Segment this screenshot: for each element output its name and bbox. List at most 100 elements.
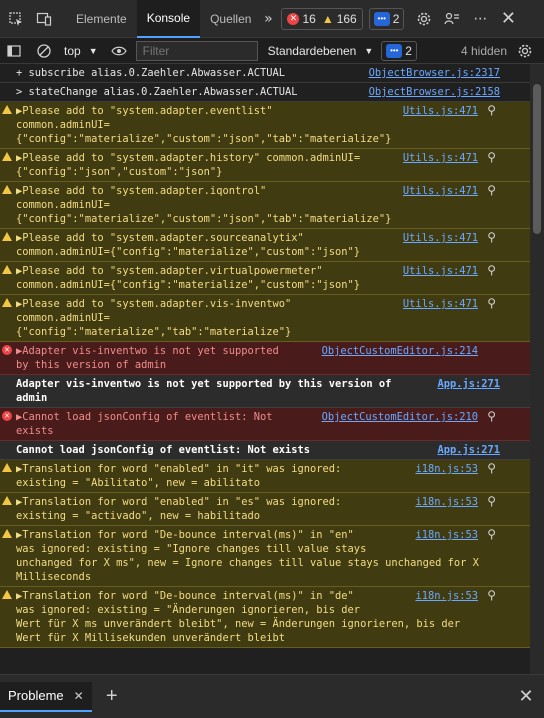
source-link[interactable]: ObjectBrowser.js:2317 [365, 66, 500, 80]
message-text: Adapter vis-inventwo is not yet supporte… [16, 378, 392, 404]
search-icon[interactable]: ⚲ [487, 150, 496, 164]
message-text: Please add to "system.adapter.history" c… [16, 152, 361, 178]
warning-icon [2, 463, 12, 472]
warning-row[interactable]: ▶Please add to "system.adapter.eventlist… [0, 102, 530, 149]
tab-console[interactable]: Konsole [136, 0, 201, 38]
source-link[interactable]: Utils.js:471 [399, 297, 478, 311]
info-badge[interactable]: ••• 2 [368, 7, 405, 30]
warning-icon [2, 496, 12, 505]
tab-problems[interactable]: Probleme ✕ [0, 681, 92, 712]
clear-console-icon[interactable] [32, 39, 56, 63]
live-expression-eye-icon[interactable] [106, 39, 132, 63]
source-link[interactable]: App.js:271 [434, 377, 500, 391]
warning-row[interactable]: ▶Translation for word "De-bounce interva… [0, 587, 530, 648]
source-link[interactable]: ObjectCustomEditor.js:210 [318, 410, 478, 424]
hidden-count: 4 hidden [460, 43, 508, 58]
search-icon[interactable]: ⚲ [487, 183, 496, 197]
remote-devices-icon[interactable] [438, 5, 466, 33]
error-icon: ✕ [2, 411, 12, 421]
error-count: 16 [302, 11, 316, 26]
source-link[interactable]: i18n.js:53 [412, 589, 478, 603]
message-text: Please add to "system.adapter.eventlist"… [16, 105, 392, 145]
message-text: Translation for word "De-bounce interval… [16, 590, 461, 644]
more-options-icon[interactable]: ⋯ [466, 5, 494, 33]
search-icon[interactable]: ⚲ [487, 296, 496, 310]
log-levels-selector[interactable]: Standardebenen ▼ [264, 44, 378, 58]
sidebar-toggle-icon[interactable] [2, 39, 26, 63]
source-link[interactable]: Utils.js:471 [399, 231, 478, 245]
search-icon[interactable]: ⚲ [487, 409, 496, 423]
message-text: Please add to "system.adapter.vis-invent… [16, 298, 292, 338]
context-value: top [64, 43, 81, 58]
source-link[interactable]: Utils.js:471 [399, 104, 478, 118]
close-icon[interactable]: ✕ [74, 689, 84, 703]
warning-icon [2, 105, 12, 114]
message-text: Cannot load jsonConfig of eventlist: Not… [16, 411, 273, 437]
scrollbar-thumb[interactable] [533, 84, 541, 234]
info-count: 2 [392, 11, 400, 26]
source-link[interactable]: ObjectBrowser.js:2158 [365, 85, 500, 99]
console-messages: + subscribe alias.0.Zaehler.Abwasser.ACT… [0, 64, 530, 674]
warning-row[interactable]: ▶Translation for word "De-bounce interva… [0, 526, 530, 587]
search-icon[interactable]: ⚲ [487, 588, 496, 602]
warning-row[interactable]: ▶Please add to "system.adapter.history" … [0, 149, 530, 182]
warning-row[interactable]: ▶Translation for word "enabled" in "it" … [0, 460, 530, 493]
devtools-tabbar: Elemente Konsole Quellen » ✕ 16 ▲ 166 ••… [0, 0, 544, 38]
device-emulation-icon[interactable] [30, 5, 58, 33]
warning-icon [2, 529, 12, 538]
message-text: Translation for word "enabled" in "it" w… [16, 463, 342, 489]
source-link[interactable]: Utils.js:471 [399, 151, 478, 165]
source-link[interactable]: i18n.js:53 [412, 528, 478, 542]
source-link[interactable]: i18n.js:53 [412, 495, 478, 509]
error-row[interactable]: ✕ ▶Cannot load jsonConfig of eventlist: … [0, 408, 530, 441]
message-icon: ••• [386, 43, 403, 58]
close-drawer-icon[interactable]: ✕ [512, 683, 540, 711]
message-row: Adapter vis-inventwo is not yet supporte… [0, 375, 530, 408]
source-link[interactable]: App.js:271 [434, 443, 500, 457]
console-row: + subscribe alias.0.Zaehler.Abwasser.ACT… [0, 64, 530, 83]
warning-icon [2, 185, 12, 194]
message-text: Translation for word "De-bounce interval… [16, 529, 479, 583]
warning-row[interactable]: ▶Please add to "system.adapter.vis-inven… [0, 295, 530, 342]
search-icon[interactable]: ⚲ [487, 230, 496, 244]
warning-icon [2, 298, 12, 307]
error-icon: ✕ [2, 345, 12, 355]
inspect-icon[interactable] [2, 5, 30, 33]
console-scrollbar[interactable] [530, 64, 544, 674]
warning-row[interactable]: ▶Please add to "system.adapter.iqontrol"… [0, 182, 530, 229]
close-devtools-icon[interactable]: ✕ [494, 5, 522, 33]
search-icon[interactable]: ⚲ [487, 494, 496, 508]
tab-elements[interactable]: Elemente [66, 0, 137, 38]
source-link[interactable]: ObjectCustomEditor.js:214 [318, 344, 478, 358]
issues-badge[interactable]: ✕ 16 ▲ 166 [281, 7, 363, 30]
tab-sources[interactable]: Quellen [200, 0, 261, 38]
warning-icon [2, 232, 12, 241]
console-row: > stateChange alias.0.Zaehler.Abwasser.A… [0, 83, 530, 102]
search-icon[interactable]: ⚲ [487, 103, 496, 117]
console-settings-gear-icon[interactable] [513, 39, 537, 63]
chevron-down-icon: ▼ [364, 45, 374, 56]
message-text: Please add to "system.adapter.sourceanal… [16, 232, 361, 258]
filter-input[interactable] [135, 40, 258, 61]
context-selector[interactable]: top ▼ [60, 44, 102, 58]
message-text: Please add to "system.adapter.iqontrol" … [16, 185, 392, 225]
source-link[interactable]: Utils.js:471 [399, 184, 478, 198]
search-icon[interactable]: ⚲ [487, 527, 496, 541]
warning-row[interactable]: ▶Please add to "system.adapter.sourceana… [0, 229, 530, 262]
source-link[interactable]: i18n.js:53 [412, 462, 478, 476]
search-icon[interactable]: ⚲ [487, 461, 496, 475]
warning-icon [2, 152, 12, 161]
messages-badge[interactable]: ••• 2 [381, 40, 417, 61]
add-tab-icon[interactable]: + [98, 683, 126, 711]
search-icon[interactable]: ⚲ [487, 263, 496, 277]
more-tabs-icon[interactable]: » [261, 5, 275, 33]
warning-row[interactable]: ▶Please add to "system.adapter.virtualpo… [0, 262, 530, 295]
tab-problems-label: Probleme [8, 688, 64, 703]
warning-icon [2, 590, 12, 599]
warning-icon: ▲ [321, 11, 334, 26]
gear-icon[interactable] [410, 5, 438, 33]
source-link[interactable]: Utils.js:471 [399, 264, 478, 278]
error-row[interactable]: ✕ ▶Adapter vis-inventwo is not yet suppo… [0, 342, 530, 375]
warning-row[interactable]: ▶Translation for word "enabled" in "es" … [0, 493, 530, 526]
message-text: Translation for word "enabled" in "es" w… [16, 496, 342, 522]
